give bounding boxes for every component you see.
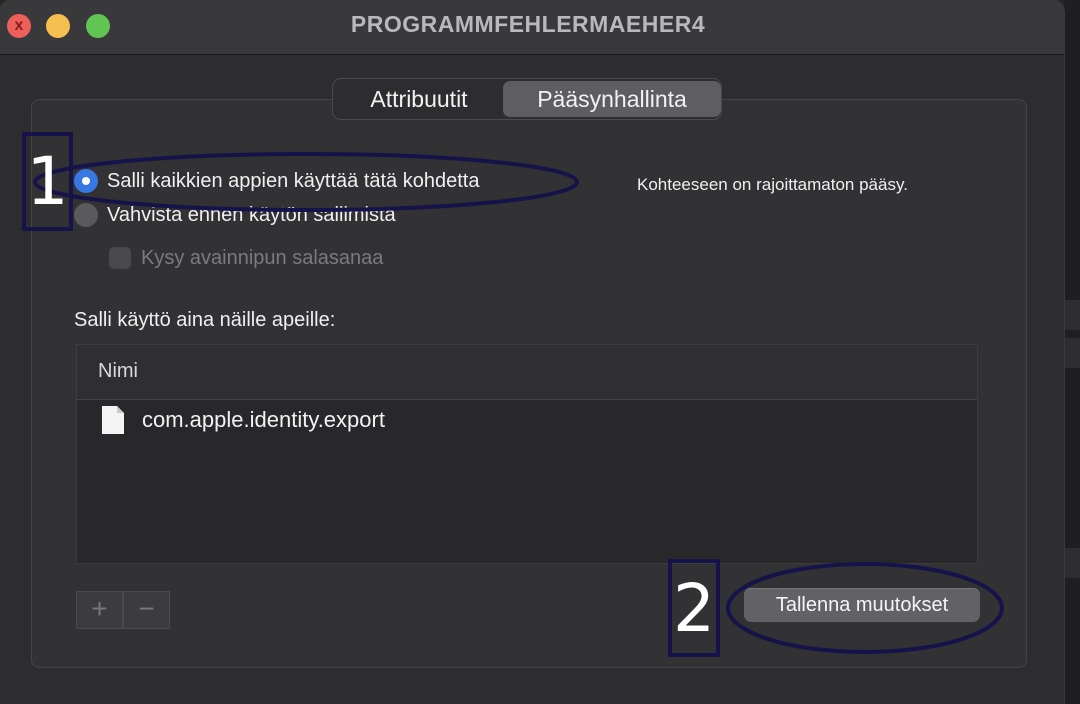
background-band <box>1064 548 1080 578</box>
radio-allow-all-apps-label[interactable]: Salli kaikkien appien käyttää tätä kohde… <box>107 170 479 193</box>
title-bar[interactable]: x PROGRAMMFEHLERMAEHER4 <box>0 0 1064 55</box>
table-row[interactable]: com.apple.identity.export <box>77 401 977 441</box>
radio-allow-all-apps[interactable] <box>74 169 98 193</box>
save-changes-button[interactable]: Tallenna muutokset <box>744 588 980 622</box>
background-window-edge <box>1064 0 1080 704</box>
window-title: PROGRAMMFEHLERMAEHER4 <box>350 11 706 37</box>
add-app-button[interactable]: + <box>76 591 123 629</box>
access-description: Kohteeseen on rajoittamaton pääsy. <box>637 175 908 194</box>
radio-selected-dot <box>82 177 90 185</box>
column-header-name[interactable]: Nimi <box>98 360 138 383</box>
ask-keychain-password-checkbox[interactable] <box>109 247 131 269</box>
table-header: Nimi <box>77 345 977 400</box>
radio-confirm-before-access[interactable] <box>74 203 98 227</box>
background-band <box>1064 338 1080 368</box>
radio-confirm-before-access-label[interactable]: Vahvista ennen käytön sallimista <box>107 204 396 227</box>
tab-selector: Attribuutit Pääsynhallinta <box>332 78 722 120</box>
keychain-item-window: x PROGRAMMFEHLERMAEHER4 Attribuutit Pääs… <box>0 0 1064 704</box>
remove-app-button[interactable]: − <box>123 591 170 629</box>
background-band <box>1064 300 1080 330</box>
annotation-marker-2: 2 <box>673 570 715 647</box>
annotation-marker-1: 1 <box>26 143 69 220</box>
allowed-apps-heading: Salli käyttö aina näille apeille: <box>74 309 336 331</box>
tab-attributes[interactable]: Attribuutit <box>336 81 502 117</box>
tab-access-control[interactable]: Pääsynhallinta <box>503 81 721 117</box>
app-name-cell: com.apple.identity.export <box>142 407 385 432</box>
ask-keychain-password-label: Kysy avainnipun salasanaa <box>141 247 384 269</box>
allowed-apps-table[interactable]: Nimi com.apple.identity.export <box>76 344 978 564</box>
document-icon <box>102 406 124 434</box>
